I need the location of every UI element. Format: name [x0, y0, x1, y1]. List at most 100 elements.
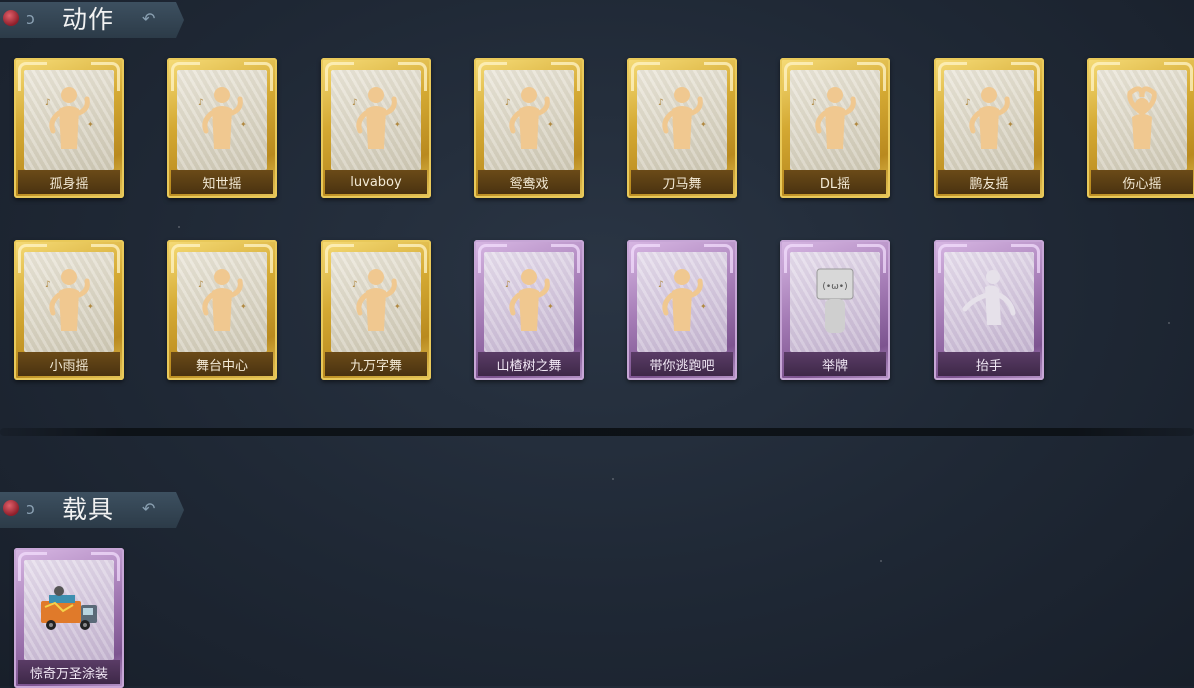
svg-text:✦: ✦ — [700, 302, 707, 311]
background-speck — [612, 478, 614, 480]
card-label: 舞台中心 — [195, 358, 248, 374]
card-label: 九万字舞 — [349, 358, 402, 374]
item-card[interactable]: ♪ ✦ 鹏友摇 — [934, 58, 1044, 198]
card-label-bar: 带你逃跑吧 — [631, 352, 733, 376]
item-card[interactable]: ♪ ✦ luvaboy — [321, 58, 431, 198]
card-label: 伤心摇 — [1122, 176, 1162, 192]
truck-icon — [39, 573, 99, 649]
svg-text:♪: ♪ — [198, 98, 204, 108]
card-label: luvaboy — [350, 174, 402, 190]
swirl-ornament-icon: ↄ — [26, 9, 35, 28]
card-label-bar: 刀马舞 — [631, 170, 733, 194]
item-card[interactable]: ♪ ✦ 鸳鸯戏 — [474, 58, 584, 198]
card-label: 山楂树之舞 — [496, 358, 562, 374]
dance-pose-icon: ♪ ✦ — [499, 83, 559, 159]
svg-text:♪: ♪ — [505, 98, 511, 108]
card-label: 小雨摇 — [49, 358, 89, 374]
card-label-bar: 小雨摇 — [18, 352, 120, 376]
svg-text:♪: ♪ — [352, 98, 358, 108]
svg-text:♪: ♪ — [658, 98, 664, 108]
svg-text:♪: ♪ — [45, 98, 51, 108]
dance-pose-icon: ♪ ✦ — [499, 265, 559, 341]
dance-pose-icon: ♪ ✦ — [959, 83, 1019, 159]
item-card[interactable]: 伤心摇 — [1087, 58, 1194, 198]
background-speck — [1168, 322, 1170, 324]
svg-text:✦: ✦ — [240, 302, 247, 311]
card-label: 举牌 — [821, 358, 848, 374]
dance-pose-icon: ♪ ✦ — [805, 83, 865, 159]
item-card[interactable]: ♪ ✦ 小雨摇 — [14, 240, 124, 380]
card-label: 刀马舞 — [662, 176, 702, 192]
card-label-bar: 抬手 — [938, 352, 1040, 376]
card-label: DL摇 — [819, 176, 851, 192]
item-card[interactable]: ♪ ✦ 刀马舞 — [627, 58, 737, 198]
raise-hand-icon — [959, 265, 1019, 341]
background-speck — [178, 226, 180, 228]
item-card[interactable]: ♪ ✦ 九万字舞 — [321, 240, 431, 380]
dance-pose-icon: ♪ ✦ — [346, 83, 406, 159]
card-label-bar: 伤心摇 — [1091, 170, 1193, 194]
card-label-bar: 举牌 — [784, 352, 886, 376]
card-label-bar: DL摇 — [784, 170, 886, 194]
svg-text:(•ω•): (•ω•) — [822, 282, 847, 292]
card-label: 带你逃跑吧 — [649, 358, 715, 374]
card-label-bar: 九万字舞 — [325, 352, 427, 376]
card-label: 孤身摇 — [49, 176, 89, 192]
svg-text:✦: ✦ — [547, 302, 554, 311]
svg-text:✦: ✦ — [547, 120, 554, 129]
section-header-vehicles: ↄ 载具 ↶ — [0, 492, 184, 528]
item-card[interactable]: 抬手 — [934, 240, 1044, 380]
swirl-ornament-icon: ↄ — [26, 499, 35, 518]
card-label-bar: 孤身摇 — [18, 170, 120, 194]
item-card[interactable]: 惊奇万圣涂装 — [14, 548, 124, 688]
svg-text:✦: ✦ — [1007, 120, 1014, 129]
dance-pose-icon: ♪ ✦ — [192, 265, 252, 341]
svg-text:♪: ♪ — [198, 280, 204, 290]
red-pin-icon — [3, 10, 19, 26]
item-card[interactable]: ♪ ✦ 舞台中心 — [167, 240, 277, 380]
section-title: 动作 — [62, 5, 115, 34]
heart-hands-pose-icon — [1112, 83, 1172, 159]
item-card[interactable]: (•ω•) 举牌 — [780, 240, 890, 380]
section-header-actions: ↄ 动作 ↶ — [0, 2, 184, 38]
dance-pose-icon: ♪ ✦ — [39, 83, 99, 159]
svg-text:✦: ✦ — [87, 120, 94, 129]
svg-text:✦: ✦ — [240, 120, 247, 129]
dance-pose-icon: ♪ ✦ — [652, 265, 712, 341]
red-pin-icon — [3, 500, 19, 516]
item-card[interactable]: ♪ ✦ DL摇 — [780, 58, 890, 198]
svg-text:♪: ♪ — [965, 98, 971, 108]
card-label: 鸳鸯戏 — [509, 176, 549, 192]
card-label-bar: 鹏友摇 — [938, 170, 1040, 194]
svg-text:♪: ♪ — [45, 280, 51, 290]
card-label: 知世摇 — [202, 176, 242, 192]
card-label: 鹏友摇 — [969, 176, 1009, 192]
svg-text:♪: ♪ — [811, 98, 817, 108]
svg-text:✦: ✦ — [87, 302, 94, 311]
svg-text:♪: ♪ — [505, 280, 511, 290]
svg-text:✦: ✦ — [700, 120, 707, 129]
dance-pose-icon: ♪ ✦ — [192, 83, 252, 159]
card-label-bar: 鸳鸯戏 — [478, 170, 580, 194]
dance-pose-icon: ♪ ✦ — [346, 265, 406, 341]
card-label-bar: 山楂树之舞 — [478, 352, 580, 376]
card-label-bar: luvaboy — [325, 170, 427, 194]
item-card[interactable]: ♪ ✦ 知世摇 — [167, 58, 277, 198]
svg-text:♪: ♪ — [658, 280, 664, 290]
svg-text:✦: ✦ — [853, 120, 860, 129]
svg-text:✦: ✦ — [394, 120, 401, 129]
card-label: 惊奇万圣涂装 — [29, 666, 108, 682]
card-label-bar: 惊奇万圣涂装 — [18, 660, 120, 684]
svg-text:♪: ♪ — [352, 280, 358, 290]
item-card[interactable]: ♪ ✦ 带你逃跑吧 — [627, 240, 737, 380]
card-label-bar: 舞台中心 — [171, 352, 273, 376]
card-label: 抬手 — [975, 358, 1002, 374]
swirl-ornament-icon: ↶ — [142, 9, 156, 28]
item-card[interactable]: ♪ ✦ 孤身摇 — [14, 58, 124, 198]
section-divider — [0, 428, 1194, 436]
item-card[interactable]: ♪ ✦ 山楂树之舞 — [474, 240, 584, 380]
svg-text:✦: ✦ — [394, 302, 401, 311]
dance-pose-icon: ♪ ✦ — [39, 265, 99, 341]
holding-sign-icon: (•ω•) — [805, 265, 865, 341]
swirl-ornament-icon: ↶ — [142, 499, 156, 518]
